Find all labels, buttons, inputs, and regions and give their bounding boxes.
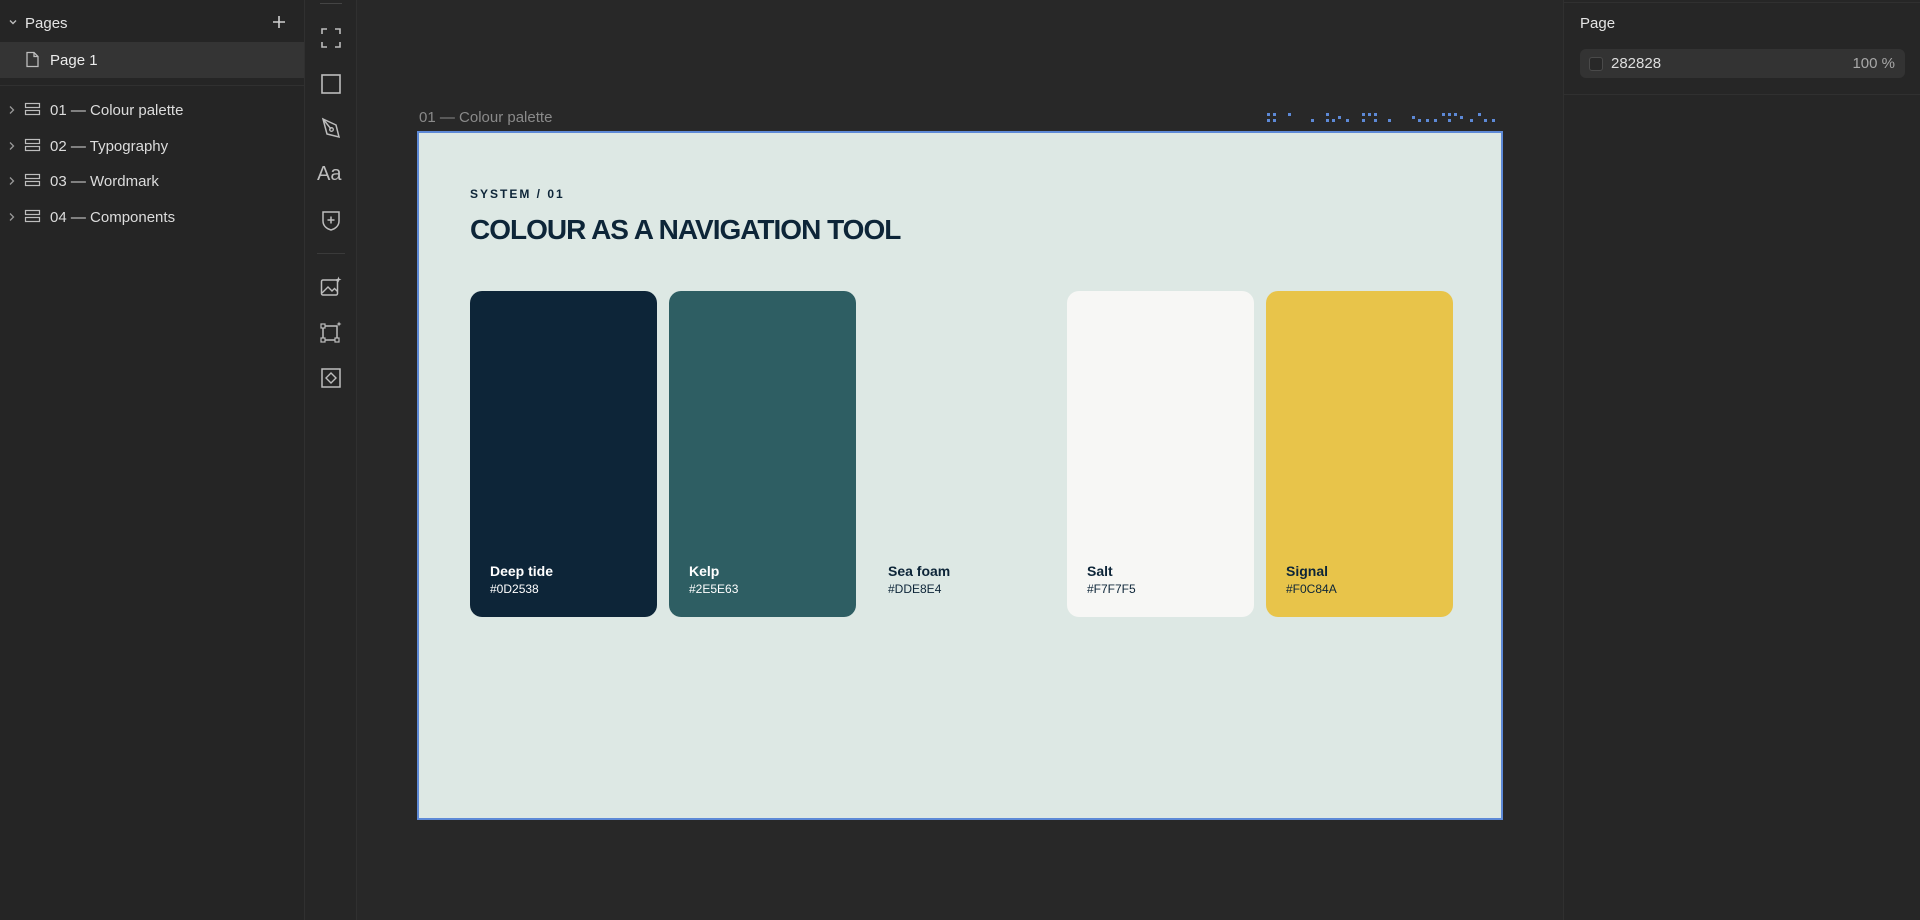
rectangle-tool-button[interactable]: [319, 72, 343, 96]
image-ai-button[interactable]: [319, 275, 343, 299]
rail-divider: [317, 253, 345, 254]
layer-item-typography[interactable]: 02 — Typography: [0, 131, 304, 161]
swatch-name: Kelp: [689, 563, 720, 579]
swatch-name: Deep tide: [490, 563, 554, 579]
frame-ai-button[interactable]: [319, 320, 343, 344]
layer-label: 02 — Typography: [50, 138, 169, 155]
frame-tool-button[interactable]: [319, 26, 343, 50]
swatch-hex: #DDE8E4: [888, 582, 942, 596]
component-button[interactable]: [319, 366, 343, 390]
pages-header[interactable]: Pages: [0, 10, 305, 36]
layer-item-wordmark[interactable]: 03 — Wordmark: [0, 166, 304, 196]
left-sidebar: Pages Page 1 01 — Colour palette 02 — Ty…: [0, 0, 305, 920]
page-item-label: Page 1: [50, 52, 98, 69]
component-icon: [321, 368, 341, 388]
layer-label: 04 — Components: [50, 209, 176, 226]
add-page-icon[interactable]: [270, 13, 288, 31]
panel-top-divider: [1564, 2, 1920, 3]
component-add-icon: [322, 211, 340, 231]
frame-title[interactable]: 01 — Colour palette: [419, 109, 552, 126]
chevron-right-icon[interactable]: [7, 212, 17, 222]
chevron-down-icon[interactable]: [7, 16, 19, 28]
swatch-name: Signal: [1286, 563, 1329, 579]
frame-layer-icon: [24, 102, 41, 116]
sidebar-divider: [0, 85, 304, 86]
tool-rail: Aa: [305, 0, 357, 920]
pen-tool-button[interactable]: [319, 116, 343, 140]
text-tool-button[interactable]: Aa: [317, 163, 347, 189]
editor-window: Pages Page 1 01 — Colour palette 02 — Ty…: [0, 0, 1920, 920]
frame-layer-icon: [24, 173, 41, 187]
panel-divider: [1564, 94, 1920, 95]
chevron-right-icon[interactable]: [7, 141, 17, 151]
swatch-hex: #0D2538: [490, 582, 539, 596]
artboard-colour-palette[interactable]: SYSTEM / 01 COLOUR AS A NAVIGATION TOOL …: [417, 131, 1503, 820]
panel-title: Page: [1580, 15, 1616, 32]
frame-layer-icon: [24, 209, 41, 223]
headline: COLOUR AS A NAVIGATION TOOL: [470, 214, 901, 245]
swatch-name: Sea foam: [888, 563, 951, 579]
fill-hex-input[interactable]: 282828: [1611, 55, 1661, 72]
page-item-page-1[interactable]: Page 1: [0, 42, 304, 78]
layer-item-colour-palette[interactable]: 01 — Colour palette: [0, 95, 304, 125]
text-tool-icon: Aa: [317, 163, 342, 185]
page-icon: [26, 51, 39, 68]
chevron-right-icon[interactable]: [7, 176, 17, 186]
layer-item-components[interactable]: 04 — Components: [0, 202, 304, 232]
swatch-card[interactable]: Deep tide #0D2538: [470, 291, 657, 617]
rectangle-tool-icon: [321, 74, 341, 94]
frame-ai-icon: [320, 321, 342, 343]
frame-handles-icon: [1267, 113, 1495, 122]
swatch-name: Salt: [1087, 563, 1113, 579]
frame-layer-icon: [24, 138, 41, 152]
image-ai-icon: [320, 276, 342, 296]
layer-label: 01 — Colour palette: [50, 102, 184, 119]
swatch-hex: #F0C84A: [1286, 582, 1337, 596]
right-panel: Page 282828 100 %: [1563, 0, 1920, 920]
swatch-card[interactable]: Signal #F0C84A: [1266, 291, 1453, 617]
layer-label: 03 — Wordmark: [50, 173, 159, 190]
page-fill-row[interactable]: 282828 100 %: [1580, 49, 1905, 78]
swatch-card[interactable]: Salt #F7F7F5: [1067, 291, 1254, 617]
rail-top-divider: [320, 3, 342, 4]
fill-color-swatch[interactable]: [1589, 57, 1603, 71]
swatch-card[interactable]: Sea foam #DDE8E4: [868, 291, 1055, 617]
add-component-button[interactable]: [319, 208, 343, 232]
swatch-card[interactable]: Kelp #2E5E63: [669, 291, 856, 617]
chevron-right-icon[interactable]: [7, 105, 17, 115]
eyebrow-label: SYSTEM / 01: [470, 187, 565, 201]
pen-tool-icon: [321, 117, 341, 139]
swatch-hex: #2E5E63: [689, 582, 739, 596]
swatch-hex: #F7F7F5: [1087, 582, 1136, 596]
pages-title: Pages: [25, 15, 68, 32]
fill-opacity-input[interactable]: 100 %: [1852, 55, 1895, 72]
frame-tool-icon: [321, 28, 341, 48]
